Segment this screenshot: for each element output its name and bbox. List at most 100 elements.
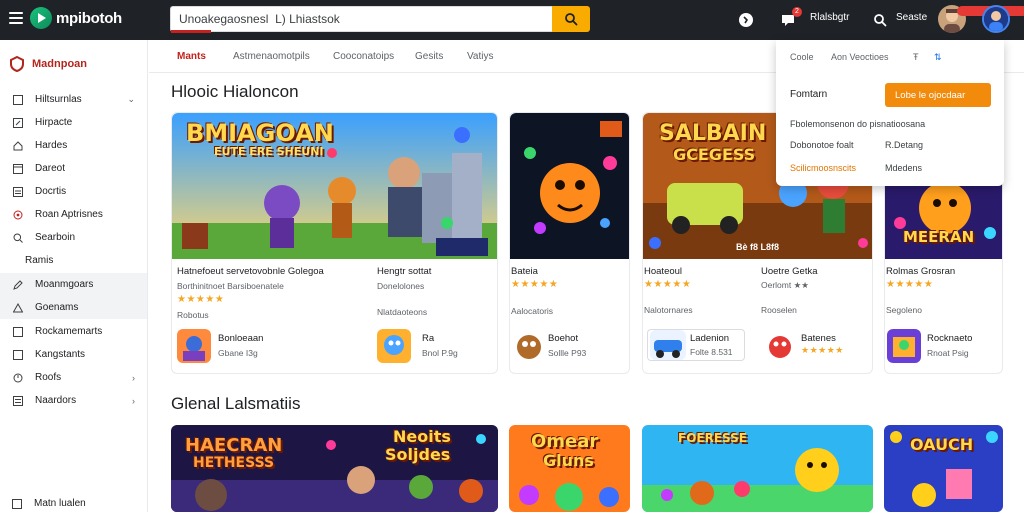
featured-banner[interactable]: BMIAGOAN EUTE ERE SHEUNI: [172, 113, 497, 259]
mini-thumb[interactable]: [177, 329, 211, 363]
mini-title[interactable]: Rocknaeto: [927, 333, 972, 344]
mini-app-chip[interactable]: Ladenion Folte 8.531: [647, 329, 745, 361]
sidebar-item-label: Kangstants: [35, 349, 86, 360]
card-3-right-desc: Rooselen: [761, 305, 797, 315]
sidebar-item-7[interactable]: Ramis: [0, 249, 147, 272]
dropdown-signal-icon[interactable]: ⇅: [934, 52, 942, 63]
hamburger-menu-icon[interactable]: [9, 12, 23, 24]
list-icon: [12, 395, 23, 406]
sidebar-footer[interactable]: Matn lualen: [12, 498, 86, 509]
brand-logo[interactable]: mpibotoh: [30, 7, 122, 29]
mini-thumb[interactable]: [512, 329, 546, 363]
mini-sub: Sollle P93: [548, 348, 587, 358]
promo-banner-2-title: Omear: [531, 431, 599, 452]
search-icon: [565, 13, 578, 26]
tab-1[interactable]: Astmenaomotpils: [233, 51, 310, 62]
chat-icon[interactable]: 2: [778, 7, 802, 30]
sidebar-item-label: Searboin: [35, 232, 76, 243]
dropdown-right-2[interactable]: Mdedens: [885, 163, 922, 173]
game-card-2[interactable]: Bateia ★★★★★ Aalocatoris Boehot Sollle P…: [509, 112, 630, 374]
sidebar-item-5[interactable]: Roan Aptrisnes: [0, 203, 147, 226]
mini-thumb[interactable]: [763, 329, 797, 363]
sidebar-item-label: Docrtis: [35, 186, 67, 197]
sidebar-item-label: Ramis: [25, 255, 54, 266]
tab-4[interactable]: Vatiys: [467, 51, 494, 62]
sidebar-item-4[interactable]: Docrtis: [0, 180, 147, 203]
profile-avatar[interactable]: [982, 5, 1010, 33]
search-button[interactable]: [552, 6, 590, 32]
search-top-label[interactable]: Seaste: [896, 12, 927, 23]
sidebar-item-11[interactable]: Kangstants: [0, 343, 147, 366]
card-3-right-sub: Oerlomt ★★: [761, 280, 809, 290]
tab-3[interactable]: Gesits: [415, 51, 443, 62]
doc-icon: [12, 186, 23, 197]
sidebar-item-label: Hiltsurnlas: [35, 94, 82, 105]
mini-thumb: [650, 330, 686, 360]
search-input[interactable]: [170, 6, 552, 32]
mini-thumb[interactable]: [377, 329, 411, 363]
dropdown-top-mid[interactable]: Aon Veoctioes: [831, 52, 889, 62]
search-top-icon[interactable]: [870, 10, 890, 30]
promo-banner-1-subtitle-2: Soljdes: [385, 445, 451, 464]
dropdown-top-right[interactable]: Ŧ: [913, 52, 919, 62]
dropdown-action-button[interactable]: Lobe le ojocdaar: [885, 83, 991, 107]
featured-right-title[interactable]: Hengtr sottat: [377, 266, 431, 277]
notifications-icon[interactable]: [736, 10, 756, 30]
sidebar-item-3[interactable]: Dareot: [0, 157, 147, 180]
sidebar-item-0[interactable]: Hiltsurnlas ⌄: [0, 88, 147, 111]
folder-icon: [12, 163, 23, 174]
promo-banner-3[interactable]: FOERESSE: [642, 425, 873, 512]
sidebar-item-9[interactable]: Goenams: [0, 296, 147, 319]
sidebar-item-12[interactable]: Roofs ›: [0, 366, 147, 389]
mini-title[interactable]: Batenes: [801, 333, 836, 344]
sidebar-item-6[interactable]: Searboin: [0, 226, 147, 249]
card-4-desc: Segoleno: [886, 305, 922, 315]
promo-banner-1-title: HAECRAN: [185, 435, 283, 456]
featured-banner-title: BMIAGOAN: [186, 119, 334, 147]
sidebar-item-13[interactable]: Naardors ›: [0, 389, 147, 412]
featured-left-title[interactable]: Hatnefoeut servetovobnle Golegoa: [177, 266, 324, 277]
featured-banner-subtitle: EUTE ERE SHEUNI: [214, 145, 324, 158]
tab-0[interactable]: Mants: [177, 51, 206, 62]
sidebar-item-8[interactable]: Moanmgoars: [0, 273, 147, 296]
card-4-title[interactable]: Rolmas Grosran: [886, 266, 955, 277]
mini-sub: Folte 8.531: [690, 347, 733, 357]
shield-icon: [10, 56, 24, 72]
card-3-right-title[interactable]: Uoetre Getka: [761, 266, 818, 277]
card-3-left-title[interactable]: Hoateoul: [644, 266, 682, 277]
card-2-title[interactable]: Bateia: [511, 266, 538, 277]
mini-title[interactable]: Boehot: [548, 333, 578, 344]
home-icon: [12, 140, 23, 151]
promo-banner-2[interactable]: Omear Gluns: [509, 425, 630, 512]
promo-banner-1[interactable]: HAECRAN HETHESSS Neoits Soljdes: [171, 425, 498, 512]
sidebar-item-10[interactable]: Rockamemarts: [0, 320, 147, 343]
game-banner-art-2: [510, 113, 629, 259]
rating-stars: ★★★★★: [644, 279, 692, 290]
featured-game-card[interactable]: BMIAGOAN EUTE ERE SHEUNI Hatnefoeut serv…: [171, 112, 498, 374]
promo-banner-art-3: [642, 425, 873, 512]
pencil-icon: [12, 279, 23, 290]
tab-2[interactable]: Cooconatoips: [333, 51, 394, 62]
game-banner-2[interactable]: [510, 113, 629, 259]
mini-title[interactable]: Bonloeaan: [218, 333, 263, 344]
dropdown-top-left[interactable]: Coole: [790, 52, 814, 62]
promo-banner-4[interactable]: OAUCH: [884, 425, 1003, 512]
sidebar-item-1[interactable]: Hirpacte: [0, 111, 147, 134]
game-banner-3-subtitle: GCEGESS: [673, 145, 756, 164]
dropdown-link-1[interactable]: Dobonotoe foalt: [790, 140, 854, 150]
dropdown-link-2[interactable]: Scilicmoosnscits: [790, 163, 856, 173]
mini-thumb[interactable]: [887, 329, 921, 363]
featured-left-sub: Borthinitnoet Barsiboenatele: [177, 281, 284, 291]
gear-icon: [12, 209, 23, 220]
dropdown-right-1[interactable]: R.Detang: [885, 140, 923, 150]
sidebar-header[interactable]: Madnpoan: [10, 56, 87, 72]
mini-title[interactable]: Ra: [422, 333, 434, 344]
user-label[interactable]: Rlalsbgtr: [810, 12, 849, 23]
settings-icon: [12, 372, 23, 383]
sidebar-item-2[interactable]: Hardes: [0, 134, 147, 157]
game-banner-4-title: MEERAN: [903, 228, 975, 246]
chevron-right-icon: ›: [132, 372, 135, 383]
sidebar-footer-label: Matn lualen: [34, 498, 86, 509]
sidebar-header-label: Madnpoan: [32, 58, 87, 70]
card-2-desc: Aalocatoris: [511, 306, 554, 316]
